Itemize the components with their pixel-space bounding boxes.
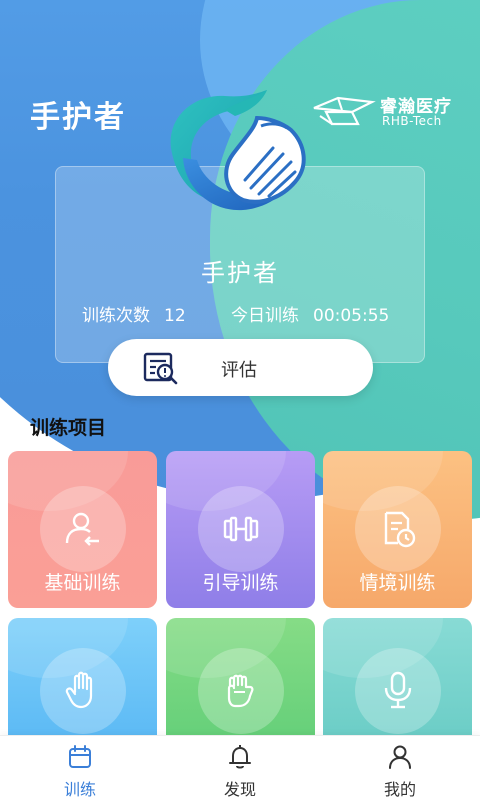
tile-basic-training[interactable]: 基础训练	[8, 451, 157, 608]
app-logo-icon	[170, 90, 306, 211]
card-name: 手护者	[201, 259, 279, 287]
user-add-icon	[65, 512, 99, 546]
today-training-stat: 今日训练 00:05:55	[231, 301, 389, 326]
open-hand-icon	[65, 671, 93, 709]
assess-button[interactable]: 评估	[108, 339, 373, 396]
fist-icon	[227, 674, 254, 708]
section-title: 训练项目	[30, 417, 107, 439]
train-count-value: 12	[164, 306, 186, 326]
brand-name-en: RHB-Tech	[382, 114, 442, 128]
tile-label: 基础训练	[44, 572, 121, 594]
tab-label: 我的	[383, 780, 416, 799]
microphone-icon	[384, 671, 412, 709]
tile-label: 引导训练	[202, 572, 279, 594]
document-clock-icon	[384, 511, 416, 548]
tab-profile[interactable]: 我的	[320, 736, 480, 800]
assessment-icon	[143, 352, 178, 385]
tile-label: 情境训练	[359, 572, 436, 594]
today-training-label: 今日训练	[231, 306, 299, 326]
tab-training[interactable]: 训练	[0, 736, 160, 800]
person-icon	[389, 745, 411, 769]
calendar-icon	[69, 745, 91, 768]
train-count-label: 训练次数	[82, 306, 150, 326]
bell-icon	[229, 745, 251, 769]
app-title: 手护者	[30, 100, 126, 135]
brand-logo: 睿瀚医疗 RHB-Tech	[312, 92, 452, 132]
tab-discover[interactable]: 发现	[160, 736, 320, 800]
tab-label: 训练	[63, 780, 96, 799]
tab-label: 发现	[223, 780, 256, 799]
brand-mark-icon	[313, 96, 376, 126]
train-count-stat: 训练次数 12	[82, 301, 186, 326]
assess-label: 评估	[221, 360, 257, 381]
dumbbell-icon	[223, 516, 259, 542]
bottom-tab-bar: 训练 发现 我的	[0, 735, 480, 800]
tile-guided-training[interactable]: 引导训练	[166, 451, 315, 608]
tile-context-training[interactable]: 情境训练	[323, 451, 472, 608]
today-training-value: 00:05:55	[313, 306, 390, 326]
